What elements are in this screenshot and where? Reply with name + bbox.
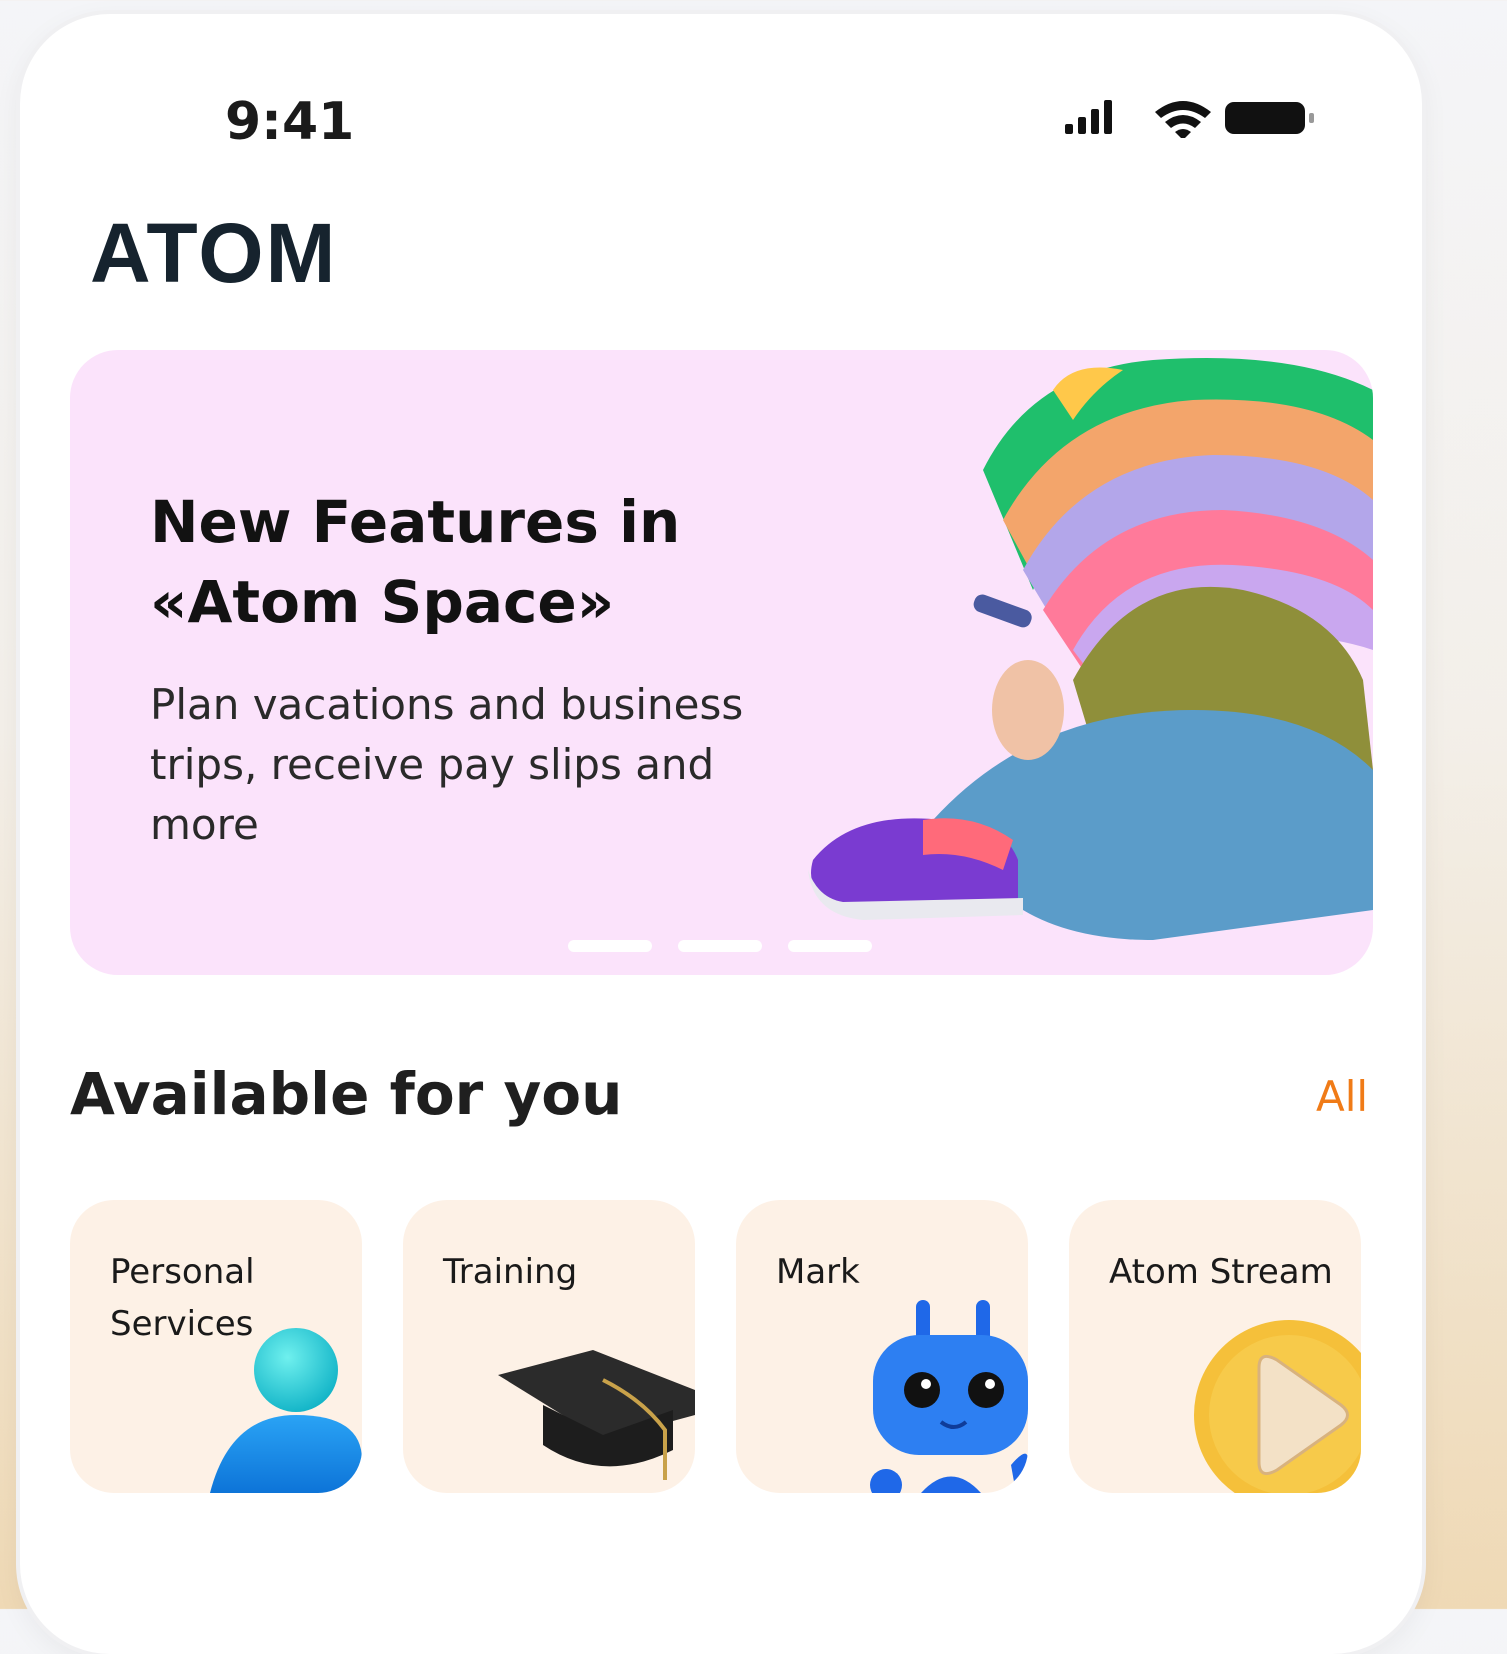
status-icons bbox=[1065, 98, 1325, 140]
pagination-dot[interactable] bbox=[678, 940, 762, 952]
logo-text: ATOM bbox=[90, 214, 338, 294]
banner-title: New Features in «Atom Space» bbox=[150, 488, 681, 636]
status-time: 9:41 bbox=[225, 92, 355, 152]
service-card-mark[interactable]: Mark bbox=[736, 1200, 1028, 1493]
service-card-atom-stream[interactable]: Atom Stream bbox=[1069, 1200, 1361, 1493]
service-card-training[interactable]: Training bbox=[403, 1200, 695, 1493]
robot-icon bbox=[870, 1300, 1028, 1493]
pagination-dot[interactable] bbox=[788, 940, 872, 952]
atom-logo[interactable]: ATOM bbox=[90, 206, 390, 300]
promo-banner[interactable]: New Features in «Atom Space» Plan vacati… bbox=[70, 350, 1373, 975]
wifi-icon bbox=[1155, 101, 1211, 140]
battery-icon bbox=[1225, 102, 1314, 134]
banner-pagination[interactable] bbox=[568, 940, 872, 952]
all-link[interactable]: All bbox=[1316, 1072, 1368, 1121]
banner-description: Plan vacations and business trips, recei… bbox=[150, 680, 744, 849]
section-title: Available for you bbox=[70, 1060, 623, 1128]
pagination-dot[interactable] bbox=[568, 940, 652, 952]
sneaker-art bbox=[808, 818, 1023, 920]
signal-icon bbox=[1065, 100, 1112, 134]
graduation-cap-icon bbox=[498, 1350, 695, 1480]
service-card-personal-services[interactable]: Personal Services bbox=[70, 1200, 362, 1493]
person-icon bbox=[210, 1328, 362, 1493]
banner-illustration bbox=[773, 350, 1373, 975]
play-icon bbox=[1194, 1320, 1361, 1493]
services-row: Personal Services Training Mark Atom Str… bbox=[70, 1200, 1373, 1495]
